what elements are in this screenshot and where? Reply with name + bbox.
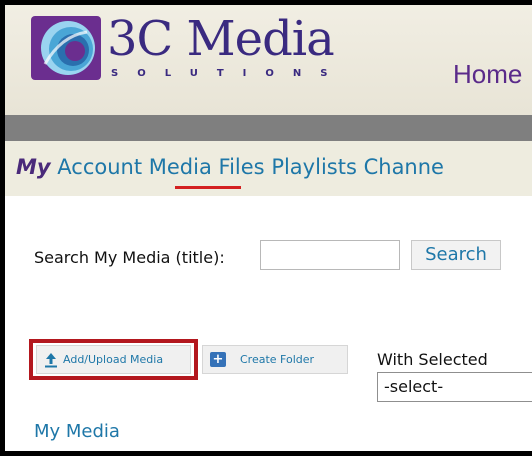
search-label: Search My Media (title): <box>34 248 225 267</box>
with-selected-label: With Selected <box>377 350 488 369</box>
brand-subtitle: SOLUTIONS <box>111 68 347 79</box>
nav-channels[interactable]: Channe <box>364 155 444 179</box>
logo-icon <box>31 16 101 84</box>
home-link[interactable]: Home <box>453 59 522 90</box>
brand-title: 3C Media <box>107 11 335 67</box>
nav-playlists[interactable]: Playlists <box>271 155 357 179</box>
nav-account[interactable]: Account <box>57 155 142 179</box>
nav-files[interactable]: Files <box>219 155 265 179</box>
main-nav: My Account Media Files Playlists Channe <box>5 141 532 196</box>
add-upload-media-button[interactable]: Add/Upload Media <box>36 345 191 374</box>
search-input[interactable] <box>260 240 400 270</box>
search-button[interactable]: Search <box>411 240 501 270</box>
nav-media-active-underline <box>175 186 241 189</box>
header-divider-bar <box>5 115 532 141</box>
add-upload-media-label: Add/Upload Media <box>63 353 164 366</box>
site-header: 3C Media SOLUTIONS Home <box>5 5 532 115</box>
upload-arrow-icon <box>44 352 58 372</box>
nav-my-label: My <box>16 155 51 179</box>
browser-viewport: 3C Media SOLUTIONS Home My Account Media… <box>0 0 532 456</box>
my-media-heading[interactable]: My Media <box>34 421 120 442</box>
nav-media[interactable]: Media <box>149 155 212 179</box>
bulk-action-select[interactable]: -select- <box>377 372 532 402</box>
media-panel: Search My Media (title): Search Add/Uplo… <box>5 196 532 451</box>
create-folder-button[interactable]: + Create Folder <box>202 345 348 374</box>
nav-links: My Account Media Files Playlists Channe <box>16 155 444 179</box>
add-folder-icon: + <box>210 352 226 367</box>
create-folder-label: Create Folder <box>240 353 315 366</box>
